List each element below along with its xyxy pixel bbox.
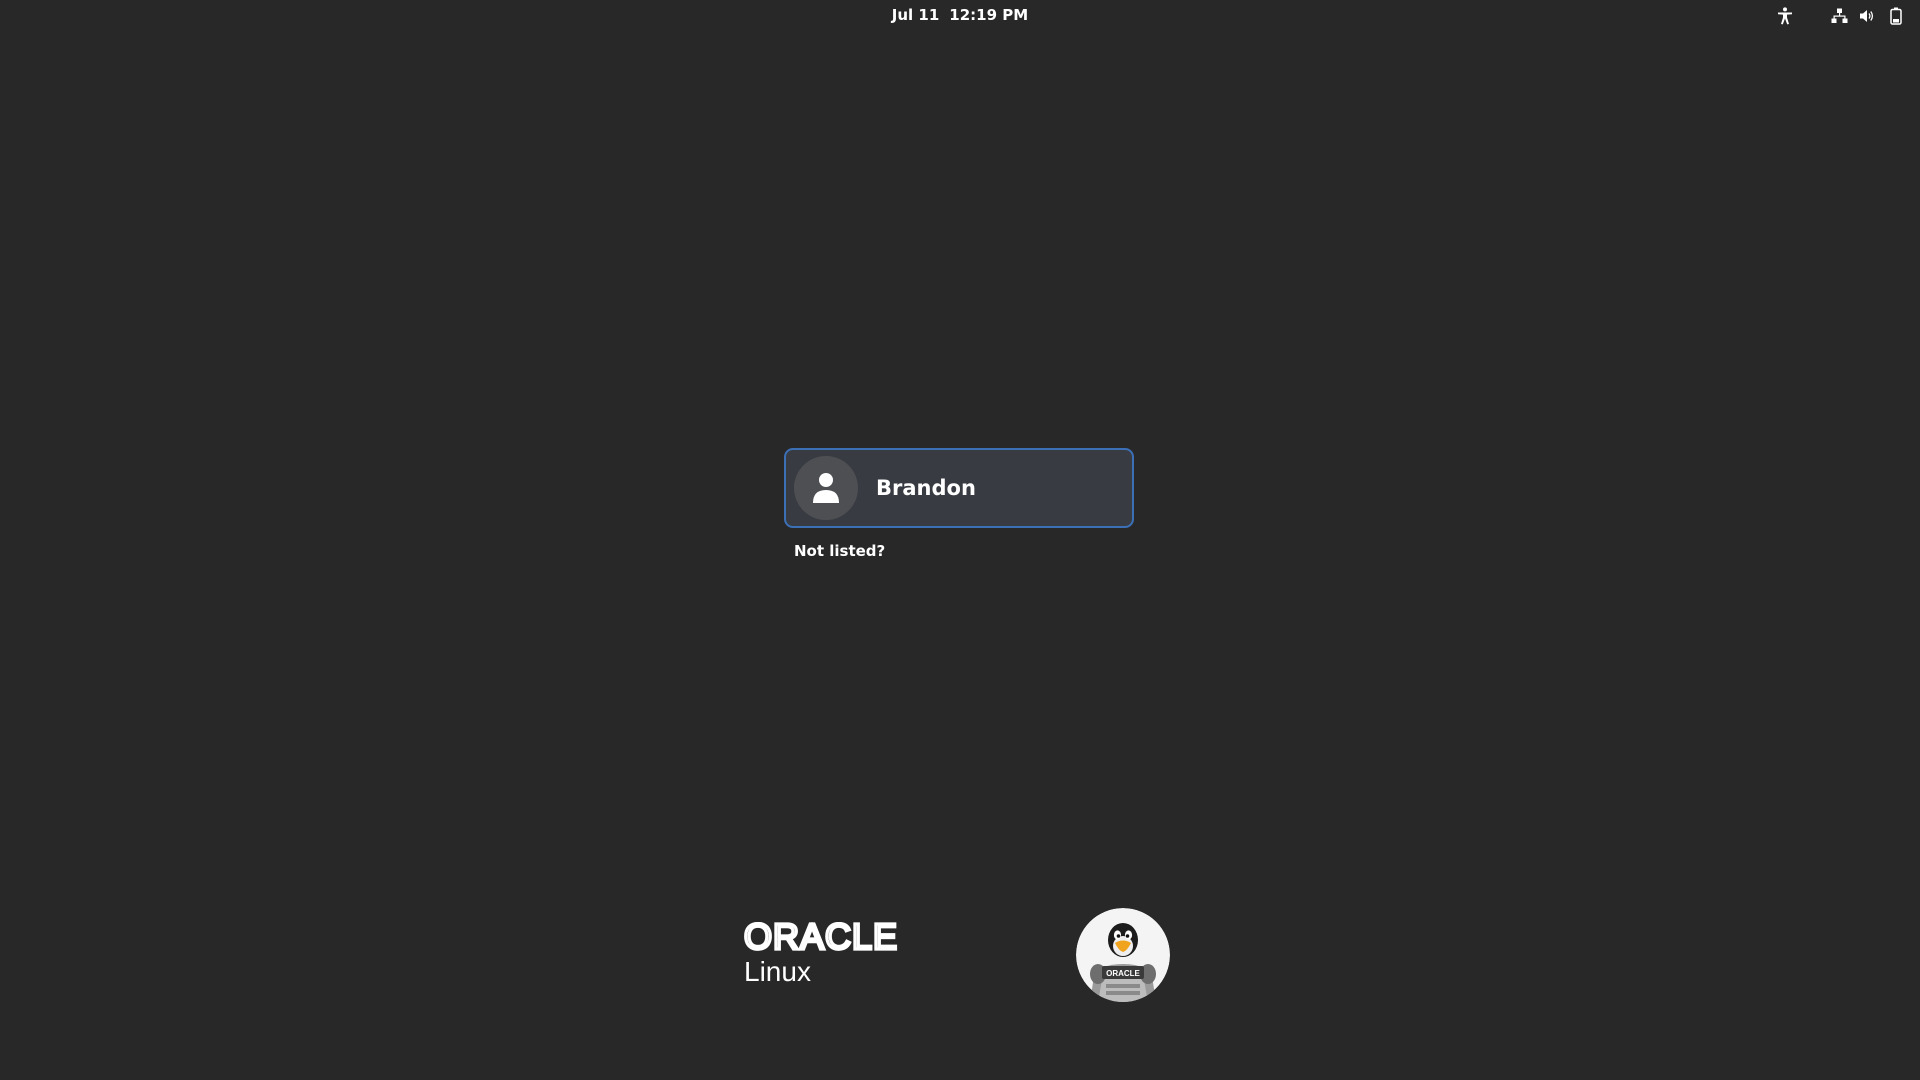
user-silhouette-icon [813,473,839,503]
svg-text:ORACLE: ORACLE [744,922,898,954]
user-avatar [794,456,858,520]
time-label: 12:19 PM [949,6,1029,24]
oracle-wordmark: ORACLE [744,922,899,954]
top-bar: Jul 11 12:19 PM [0,0,1920,32]
date-time-button[interactable]: Jul 11 12:19 PM [880,6,1040,24]
network-icon[interactable] [1829,6,1849,26]
battery-icon[interactable] [1886,6,1906,26]
accessibility-icon[interactable] [1775,6,1795,26]
tux-mascot-logo: ORACLE [1076,908,1170,1002]
user-item-brandon[interactable]: Brandon [784,448,1134,528]
date-label: Jul 11 [891,6,940,24]
oracle-linux-logo: ORACLE Linux [744,922,944,990]
svg-text:ORACLE: ORACLE [1106,969,1140,978]
linux-label: Linux [744,956,811,987]
login-screen: Jul 11 12:19 PM Brandon Not listed? ORAC… [0,0,1920,1080]
user-name-label: Brandon [876,476,976,500]
volume-icon[interactable] [1857,6,1877,26]
not-listed-link[interactable]: Not listed? [794,542,885,560]
